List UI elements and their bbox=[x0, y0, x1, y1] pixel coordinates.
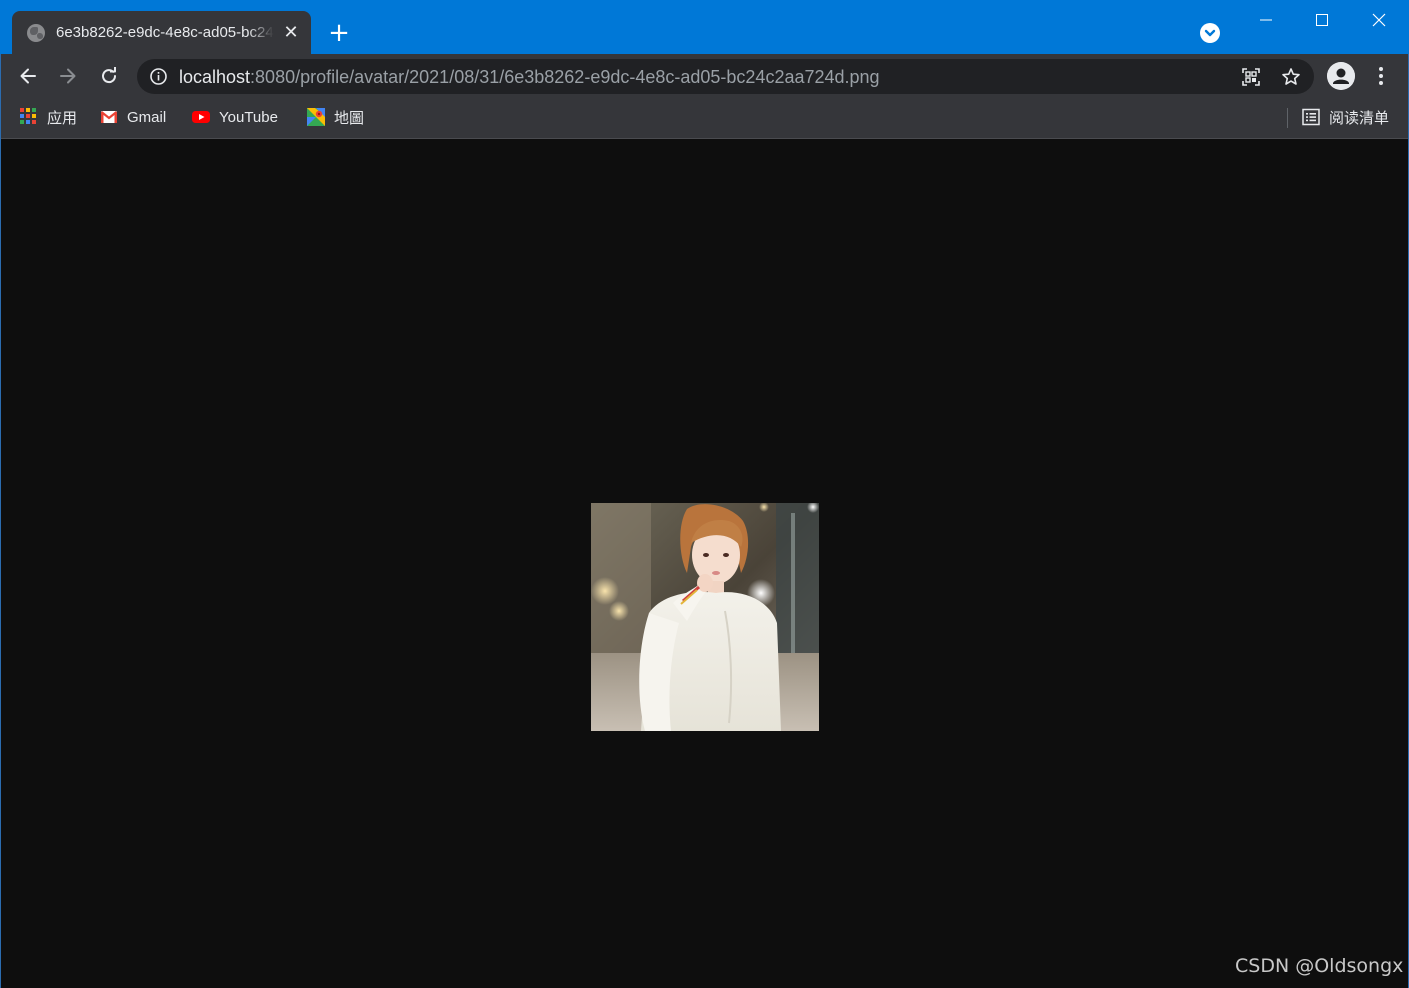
minimize-button[interactable] bbox=[1238, 0, 1294, 40]
youtube-icon bbox=[192, 111, 210, 123]
minimize-icon bbox=[1260, 19, 1272, 21]
url-text[interactable]: localhost:8080/profile/avatar/2021/08/31… bbox=[179, 67, 880, 88]
close-window-button[interactable] bbox=[1351, 0, 1407, 40]
bookmark-maps[interactable]: 地圖 bbox=[307, 106, 364, 128]
bookmark-label: Gmail bbox=[127, 108, 167, 126]
close-icon bbox=[1372, 13, 1386, 27]
apps-grid-icon bbox=[20, 108, 38, 126]
reload-button[interactable] bbox=[93, 60, 125, 92]
window-border-left bbox=[0, 54, 1, 988]
bookmark-label: 地圖 bbox=[334, 109, 365, 127]
url-path: :8080/profile/avatar/2021/08/31/6e3b8262… bbox=[250, 67, 880, 87]
url-host: localhost bbox=[179, 67, 251, 87]
tab-title: 6e3b8262-e9dc-4e8c-ad05-bc24c2aa724d.png bbox=[56, 24, 274, 41]
reload-icon bbox=[102, 67, 117, 84]
forward-button[interactable] bbox=[52, 60, 84, 92]
bookmark-star-button[interactable] bbox=[1280, 66, 1302, 88]
profile-avatar[interactable] bbox=[1327, 62, 1355, 90]
globe-icon bbox=[27, 23, 45, 42]
bookmark-gmail[interactable]: Gmail bbox=[100, 106, 166, 128]
tab-active[interactable]: 6e3b8262-e9dc-4e8c-ad05-bc24c2aa724d.png… bbox=[12, 11, 311, 54]
qr-code-button[interactable] bbox=[1240, 66, 1262, 88]
tab-close-icon[interactable]: ✕ bbox=[281, 22, 301, 43]
avatar-image[interactable] bbox=[591, 503, 819, 731]
info-icon[interactable] bbox=[149, 67, 168, 86]
toolbar: localhost:8080/profile/avatar/2021/08/31… bbox=[0, 54, 1409, 98]
more-menu-icon[interactable] bbox=[1369, 62, 1393, 90]
maps-icon bbox=[307, 108, 325, 126]
gmail-icon bbox=[100, 111, 118, 123]
watermark: CSDN @Oldsongx bbox=[1235, 955, 1404, 977]
bookmark-label: 应用 bbox=[47, 109, 78, 127]
bookmark-youtube[interactable]: YouTube bbox=[192, 106, 278, 128]
back-button[interactable] bbox=[12, 60, 44, 92]
star-icon bbox=[1282, 68, 1300, 85]
bookmarks-divider bbox=[1287, 108, 1288, 128]
chevron-down-icon bbox=[1204, 29, 1216, 37]
arrow-right-icon bbox=[60, 68, 76, 84]
reading-list-button[interactable]: 阅读清单 bbox=[1302, 106, 1389, 128]
arrow-left-icon bbox=[20, 68, 36, 84]
reading-list-label: 阅读清单 bbox=[1329, 109, 1390, 127]
reading-list-icon bbox=[1302, 108, 1320, 126]
address-bar[interactable]: localhost:8080/profile/avatar/2021/08/31… bbox=[137, 59, 1314, 94]
qr-code-icon bbox=[1242, 68, 1260, 86]
title-bar: 6e3b8262-e9dc-4e8c-ad05-bc24c2aa724d.png… bbox=[0, 0, 1409, 54]
bookmarks-bar: 应用 Gmail YouTube 地圖 阅读清单 bbox=[0, 98, 1409, 139]
bookmark-apps[interactable]: 应用 bbox=[20, 106, 77, 128]
tab-search-button[interactable] bbox=[1200, 23, 1220, 43]
new-tab-button[interactable]: + bbox=[324, 18, 354, 48]
user-icon bbox=[1327, 62, 1355, 90]
bookmark-label: YouTube bbox=[219, 108, 278, 126]
maximize-icon bbox=[1316, 14, 1328, 26]
maximize-button[interactable] bbox=[1294, 0, 1350, 40]
portrait-photo bbox=[591, 503, 819, 731]
